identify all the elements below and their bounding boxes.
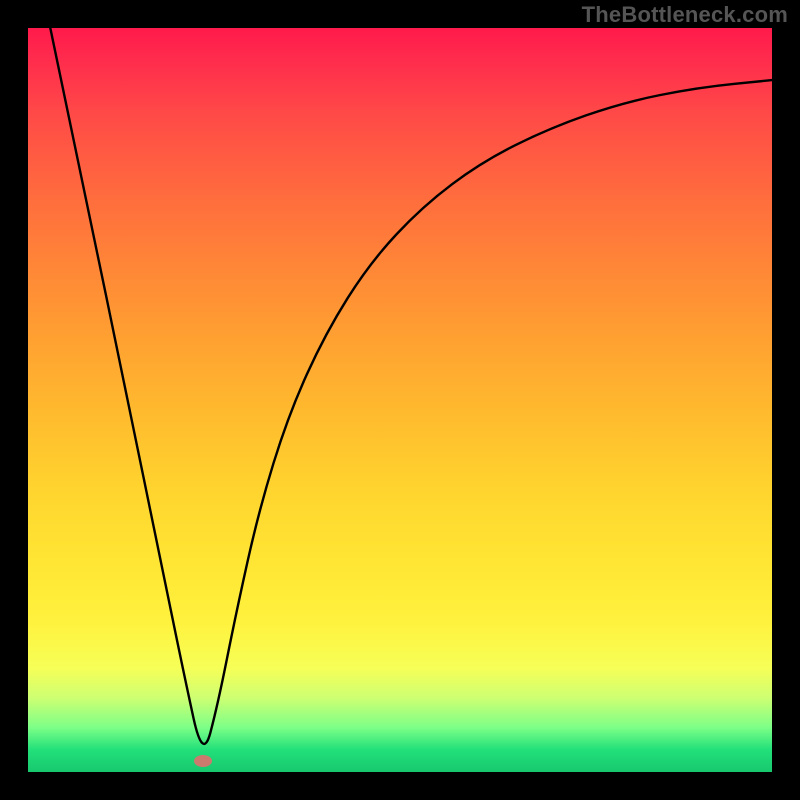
watermark-text: TheBottleneck.com [582, 2, 788, 28]
bottleneck-curve [50, 28, 772, 744]
plot-area [28, 28, 772, 772]
curve-svg [28, 28, 772, 772]
chart-frame: TheBottleneck.com [0, 0, 800, 800]
minimum-marker [194, 755, 212, 767]
